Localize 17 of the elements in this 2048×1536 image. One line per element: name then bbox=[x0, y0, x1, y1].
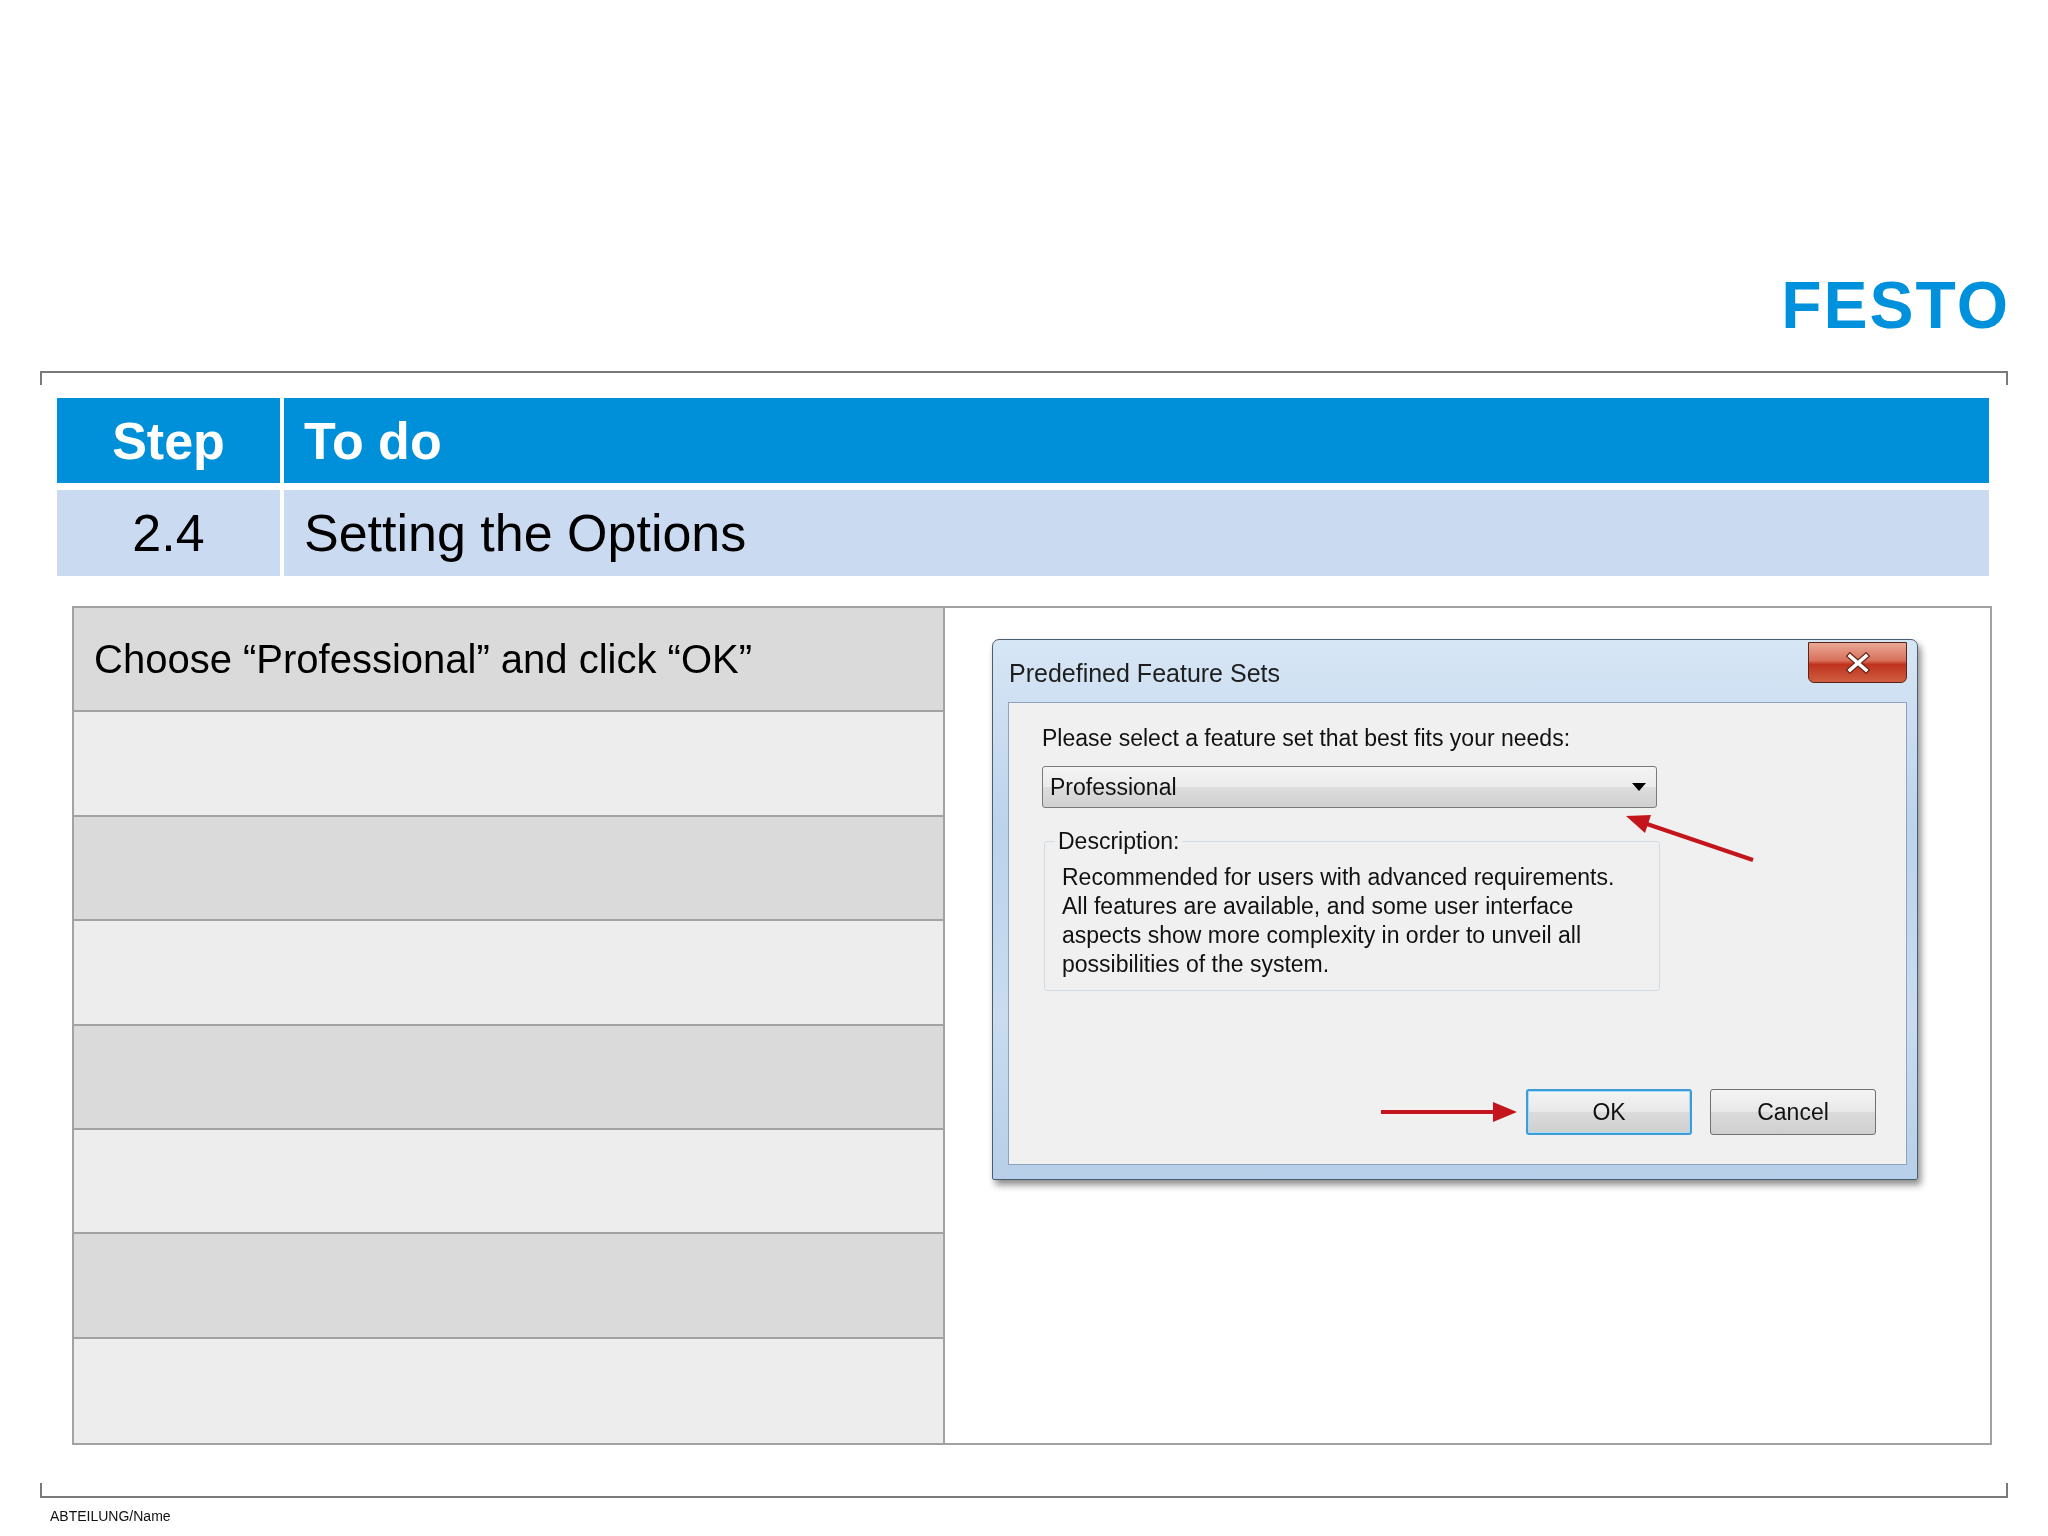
column-header: Step bbox=[57, 398, 280, 483]
column-header: To do bbox=[284, 398, 1989, 483]
prompt-text: Please select a feature set that best fits your needs: bbox=[1042, 725, 1571, 751]
step-number: 2.4 bbox=[57, 490, 280, 576]
dialog-button[interactable]: OK bbox=[1526, 1089, 1692, 1135]
group-label: Description: bbox=[1057, 828, 1181, 854]
dropdown[interactable]: Professional bbox=[1042, 766, 1657, 808]
window-title: Predefined Feature Sets bbox=[1009, 659, 1280, 688]
close-button[interactable] bbox=[1808, 642, 1907, 683]
description-text: Recommended for users with advanced requirements. All features are available, and some user interface aspects show more complexity in order to unveil all possibilities of the system. bbox=[1062, 863, 1616, 979]
step-title: Setting the Options bbox=[284, 490, 1989, 576]
close-icon bbox=[1844, 651, 1871, 674]
dialog-button[interactable]: Cancel bbox=[1710, 1089, 1876, 1135]
table-cell: Choose “Professional” and click “OK” bbox=[74, 608, 943, 713]
caret-icon bbox=[1632, 783, 1646, 791]
footer-text: ABTEILUNG/Name bbox=[50, 1508, 171, 1524]
logo: FESTO bbox=[1781, 273, 2010, 337]
